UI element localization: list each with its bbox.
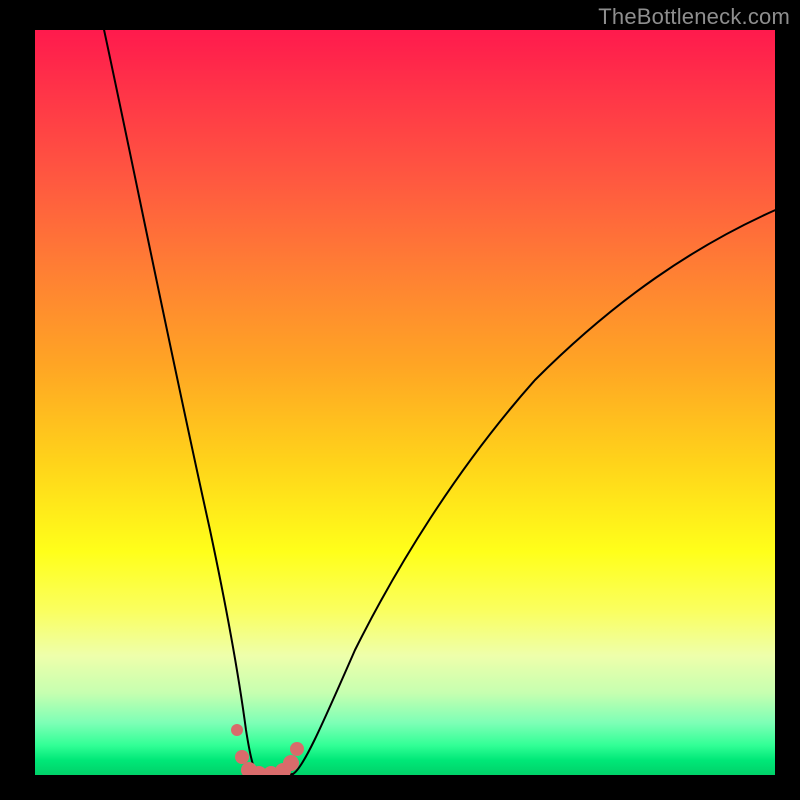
curve-svg [35, 30, 775, 775]
chart-frame: TheBottleneck.com [0, 0, 800, 800]
bottleneck-curve-right [293, 208, 775, 774]
plot-area [35, 30, 775, 775]
highlight-dots [231, 724, 304, 775]
bottleneck-curve-left [103, 30, 257, 774]
watermark-text: TheBottleneck.com [598, 4, 790, 30]
